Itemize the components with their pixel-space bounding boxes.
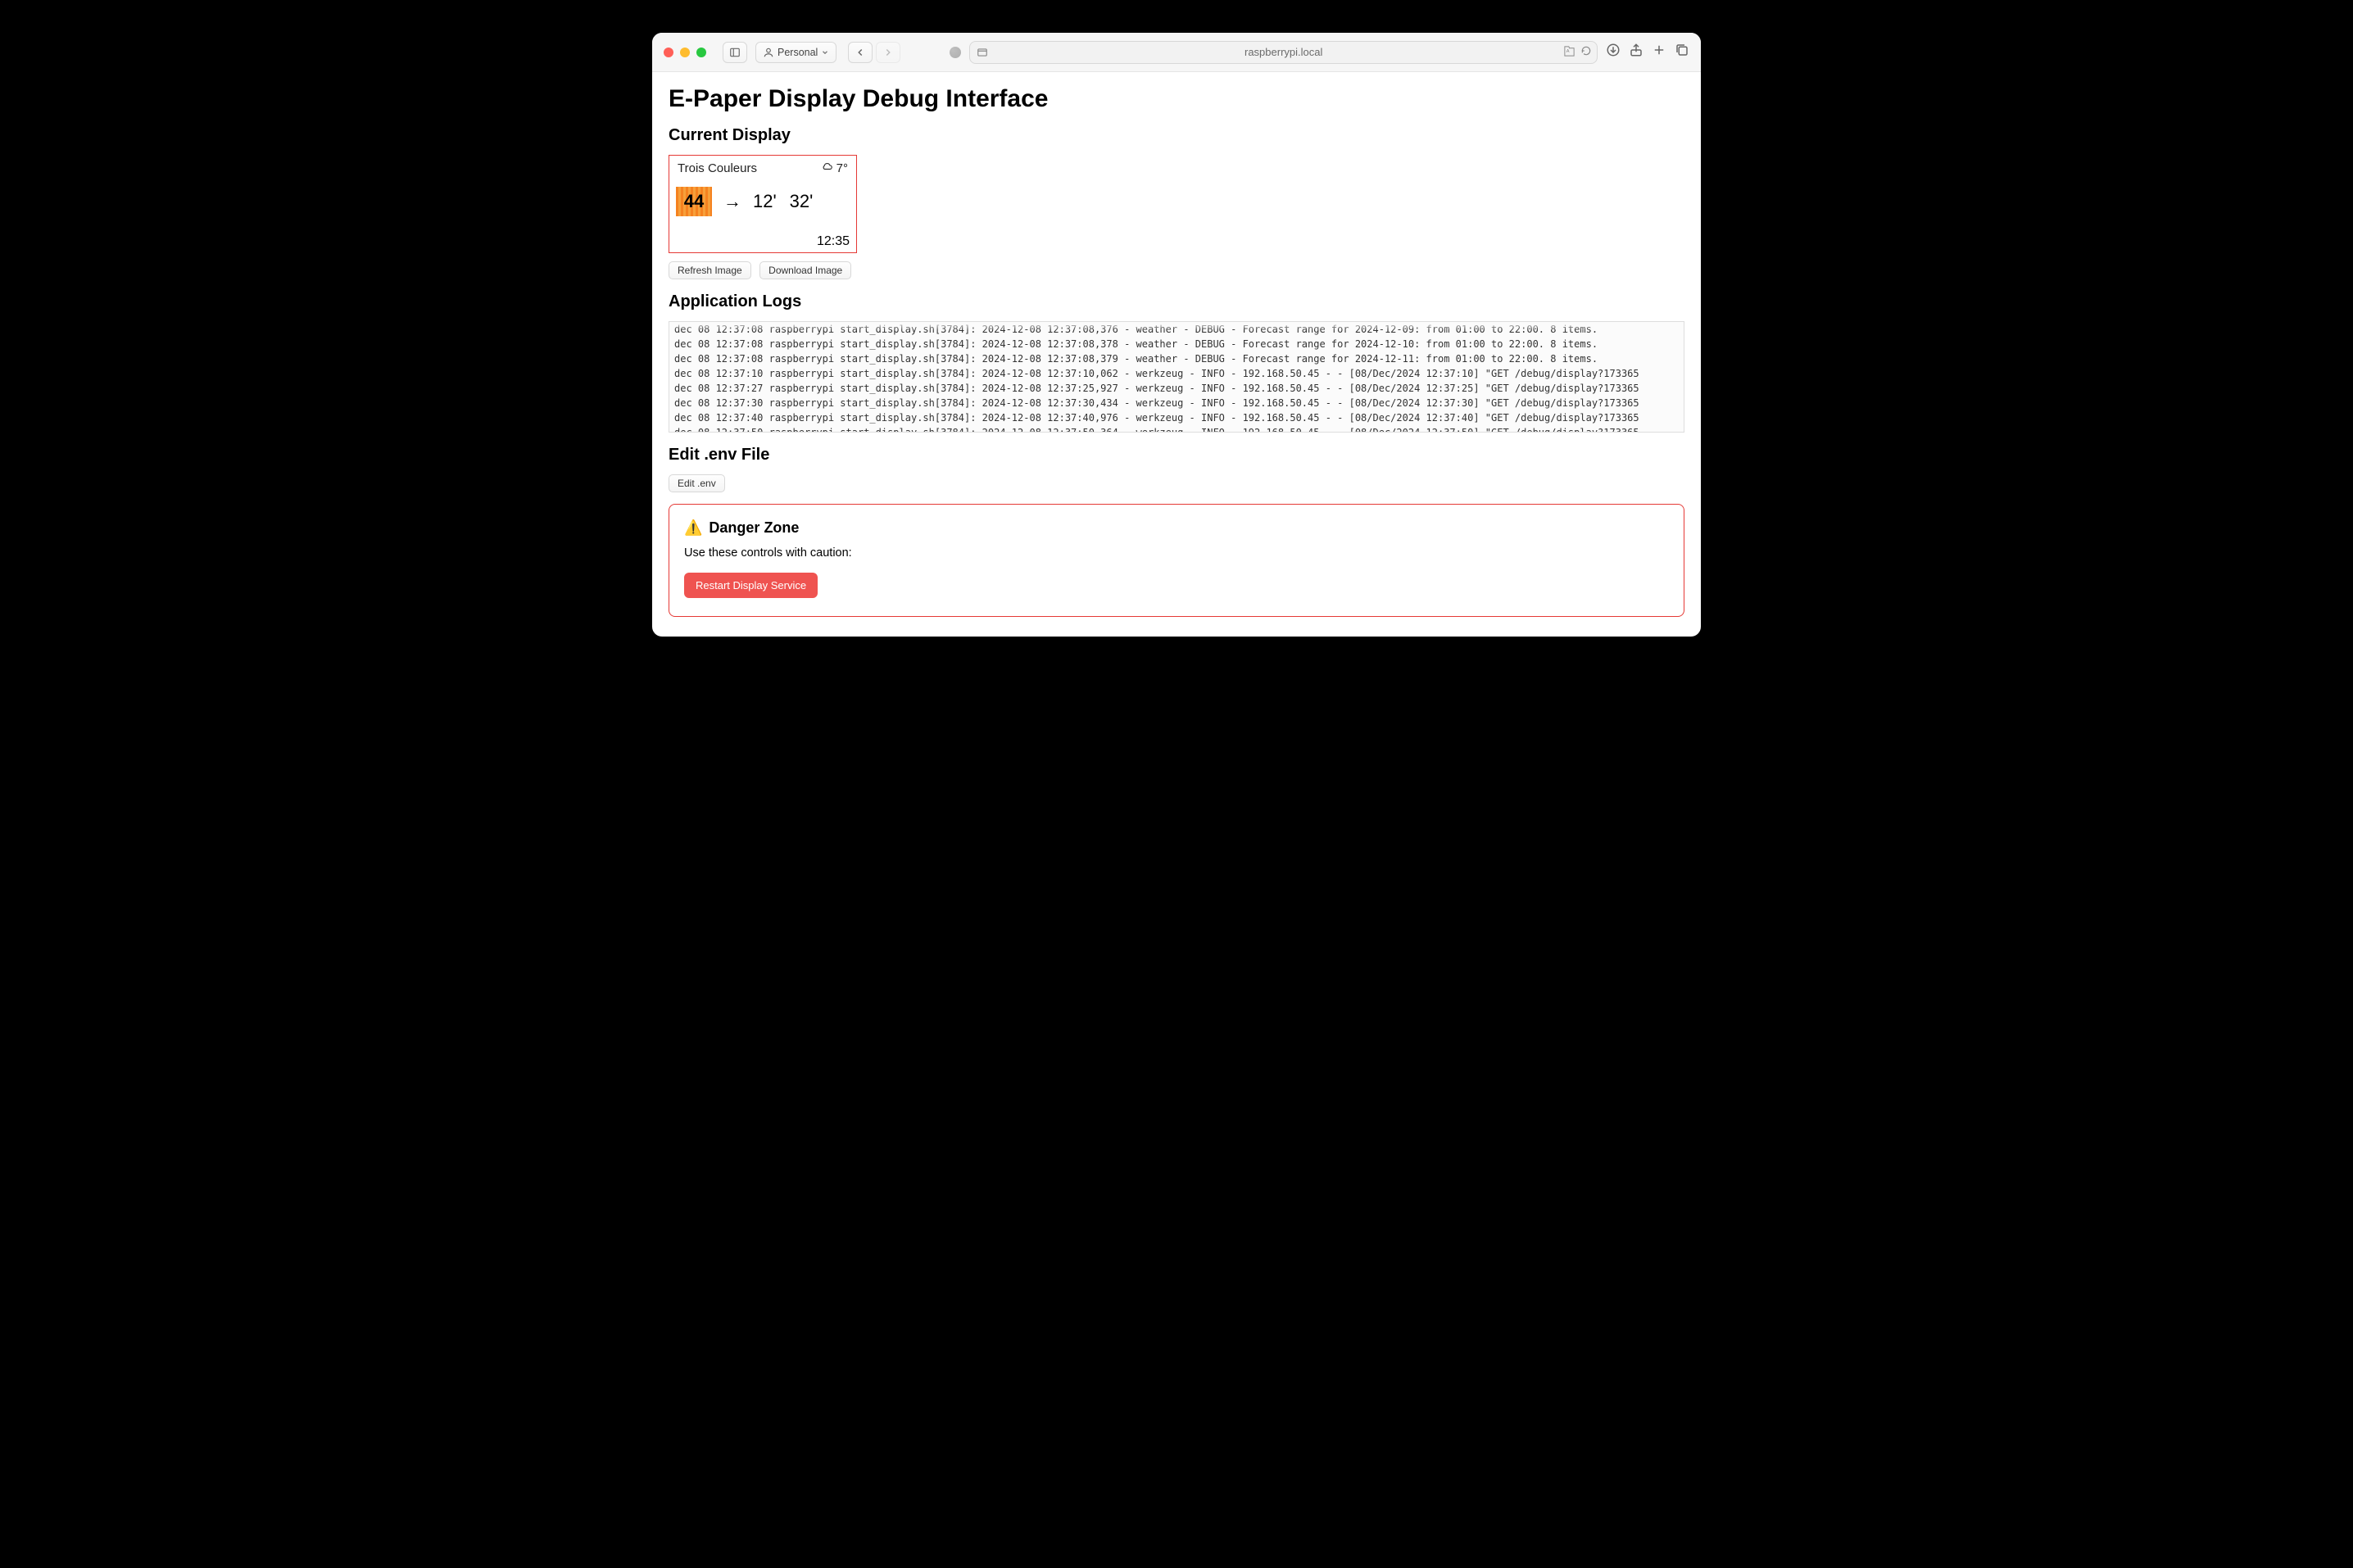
new-tab-icon[interactable] <box>1652 43 1666 61</box>
profile-button[interactable]: Personal <box>755 42 836 63</box>
warning-icon: ⚠️ <box>684 519 702 537</box>
route-badge: 44 <box>676 187 712 216</box>
danger-zone-description: Use these controls with caution: <box>684 546 1669 560</box>
tabs-overview-icon[interactable] <box>1675 43 1689 61</box>
download-image-button[interactable]: Download Image <box>759 261 851 279</box>
back-button[interactable] <box>848 42 873 63</box>
route-number: 44 <box>684 191 704 212</box>
address-bar[interactable]: raspberrypi.local A <box>969 41 1598 64</box>
reload-icon[interactable] <box>1580 45 1592 59</box>
zoom-window-button[interactable] <box>696 48 706 57</box>
stop-name: Trois Couleurs <box>678 161 757 175</box>
edit-env-button[interactable]: Edit .env <box>669 474 725 492</box>
titlebar: Personal raspberrypi.local A <box>652 33 1701 72</box>
share-icon[interactable] <box>1629 43 1643 61</box>
downloads-icon[interactable] <box>1606 43 1621 61</box>
epaper-preview: Trois Couleurs 7° 44 → 12' 32' 12:35 <box>669 155 857 253</box>
arrival-time-2: 32' <box>790 191 814 212</box>
cloud-icon <box>820 161 835 175</box>
profile-label: Personal <box>778 47 818 58</box>
refresh-image-button[interactable]: Refresh Image <box>669 261 751 279</box>
restart-service-button[interactable]: Restart Display Service <box>684 573 818 598</box>
danger-zone: ⚠️ Danger Zone Use these controls with c… <box>669 504 1684 617</box>
translate-icon[interactable]: A <box>1563 45 1575 60</box>
forward-button[interactable] <box>876 42 900 63</box>
arrival-time-1: 12' <box>753 191 777 212</box>
arrow-right-icon: → <box>723 191 741 212</box>
sidebar-toggle-button[interactable] <box>723 42 747 63</box>
browser-window: Personal raspberrypi.local A <box>652 33 1701 637</box>
log-content: dec 08 12:37:08 raspberrypi start_displa… <box>674 324 1639 433</box>
section-current-display: Current Display <box>669 126 1684 145</box>
clock-time: 12:35 <box>817 234 850 249</box>
toolbar-right <box>1606 43 1689 61</box>
page-content: E-Paper Display Debug Interface Current … <box>652 72 1701 637</box>
temperature: 7° <box>836 161 848 175</box>
nav-arrows <box>848 42 900 63</box>
page-title: E-Paper Display Debug Interface <box>669 85 1684 113</box>
address-host: raspberrypi.local <box>1245 46 1322 58</box>
section-application-logs: Application Logs <box>669 292 1684 311</box>
minimize-window-button[interactable] <box>680 48 690 57</box>
close-window-button[interactable] <box>664 48 673 57</box>
danger-zone-title: Danger Zone <box>709 519 799 537</box>
section-edit-env: Edit .env File <box>669 446 1684 465</box>
privacy-report-icon[interactable] <box>950 47 961 58</box>
svg-text:A: A <box>1566 48 1570 53</box>
site-settings-icon[interactable] <box>977 47 988 58</box>
log-viewer[interactable]: dec 08 12:37:08 raspberrypi start_displa… <box>669 321 1684 433</box>
window-controls <box>664 48 706 57</box>
